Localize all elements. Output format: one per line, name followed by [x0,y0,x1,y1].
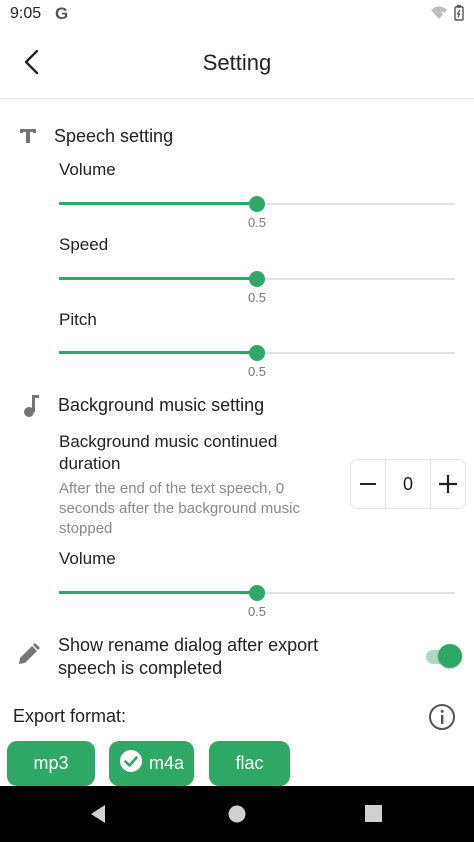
info-icon[interactable] [428,703,456,731]
app-bar: Setting [0,28,474,99]
text-t-icon [14,122,42,150]
nav-home-button[interactable] [228,805,246,828]
page-title: Setting [202,50,272,75]
format-chip-label: m4a [148,753,184,773]
music-duration-desc-2: seconds after the background music [59,500,300,517]
decrement-button[interactable] [351,460,386,508]
music-duration-desc-3: stopped [59,520,113,537]
speech-pitch-slider[interactable] [59,343,455,363]
increment-button[interactable] [430,460,465,508]
speech-volume-value: 0.5 [247,215,267,230]
rename-label-1: Show rename dialog after export [58,635,319,655]
speech-setting-title: Speech setting [54,126,174,146]
speech-volume-slider[interactable] [59,194,455,214]
export-format-label: Export format: [13,706,127,726]
music-duration-label-2: duration [59,454,121,473]
music-volume-label: Volume [59,549,116,568]
status-bar: 9:05 G [0,0,474,28]
format-chip-label: mp3 [33,753,69,773]
wifi-icon [430,6,448,25]
nav-recents-icon [365,805,382,822]
music-duration-label-1: Background music continued [59,432,278,451]
pencil-icon [14,641,42,669]
format-chip-label: flac [235,753,264,773]
format-chip-m4a[interactable]: m4a [109,741,194,786]
music-note-icon [16,392,44,420]
battery-icon [454,5,464,26]
speech-pitch-label: Pitch [59,310,97,329]
system-nav-bar [0,786,474,842]
slider-thumb[interactable] [249,345,265,361]
rename-toggle[interactable] [424,643,464,669]
google-icon: G [55,4,69,23]
slider-thumb[interactable] [249,271,265,287]
plus-icon [439,475,457,493]
format-chip-flac[interactable]: flac [209,741,290,786]
nav-recents-button[interactable] [365,805,382,827]
speech-speed-slider[interactable] [59,269,455,289]
nav-home-icon [228,805,246,823]
music-volume-slider[interactable] [59,583,455,603]
music-volume-value: 0.5 [247,604,267,619]
format-chip-mp3[interactable]: mp3 [7,741,95,786]
check-circle-icon [119,749,143,778]
speech-speed-value: 0.5 [247,290,267,305]
status-icons [430,5,464,26]
speech-volume-label: Volume [59,160,116,179]
music-duration-desc-1: After the end of the text speech, 0 [59,480,285,497]
rename-label-2: speech is completed [58,658,223,678]
speech-pitch-value: 0.5 [247,364,267,379]
minus-icon [360,483,376,485]
nav-back-icon [91,805,105,823]
status-time: 9:05 [10,5,42,22]
duration-stepper[interactable]: 0 [350,459,466,509]
music-setting-title: Background music setting [58,395,265,415]
slider-thumb[interactable] [249,196,265,212]
slider-thumb[interactable] [249,585,265,601]
speech-speed-label: Speed [59,235,109,254]
nav-back-button[interactable] [88,804,108,829]
stepper-value: 0 [402,473,413,494]
